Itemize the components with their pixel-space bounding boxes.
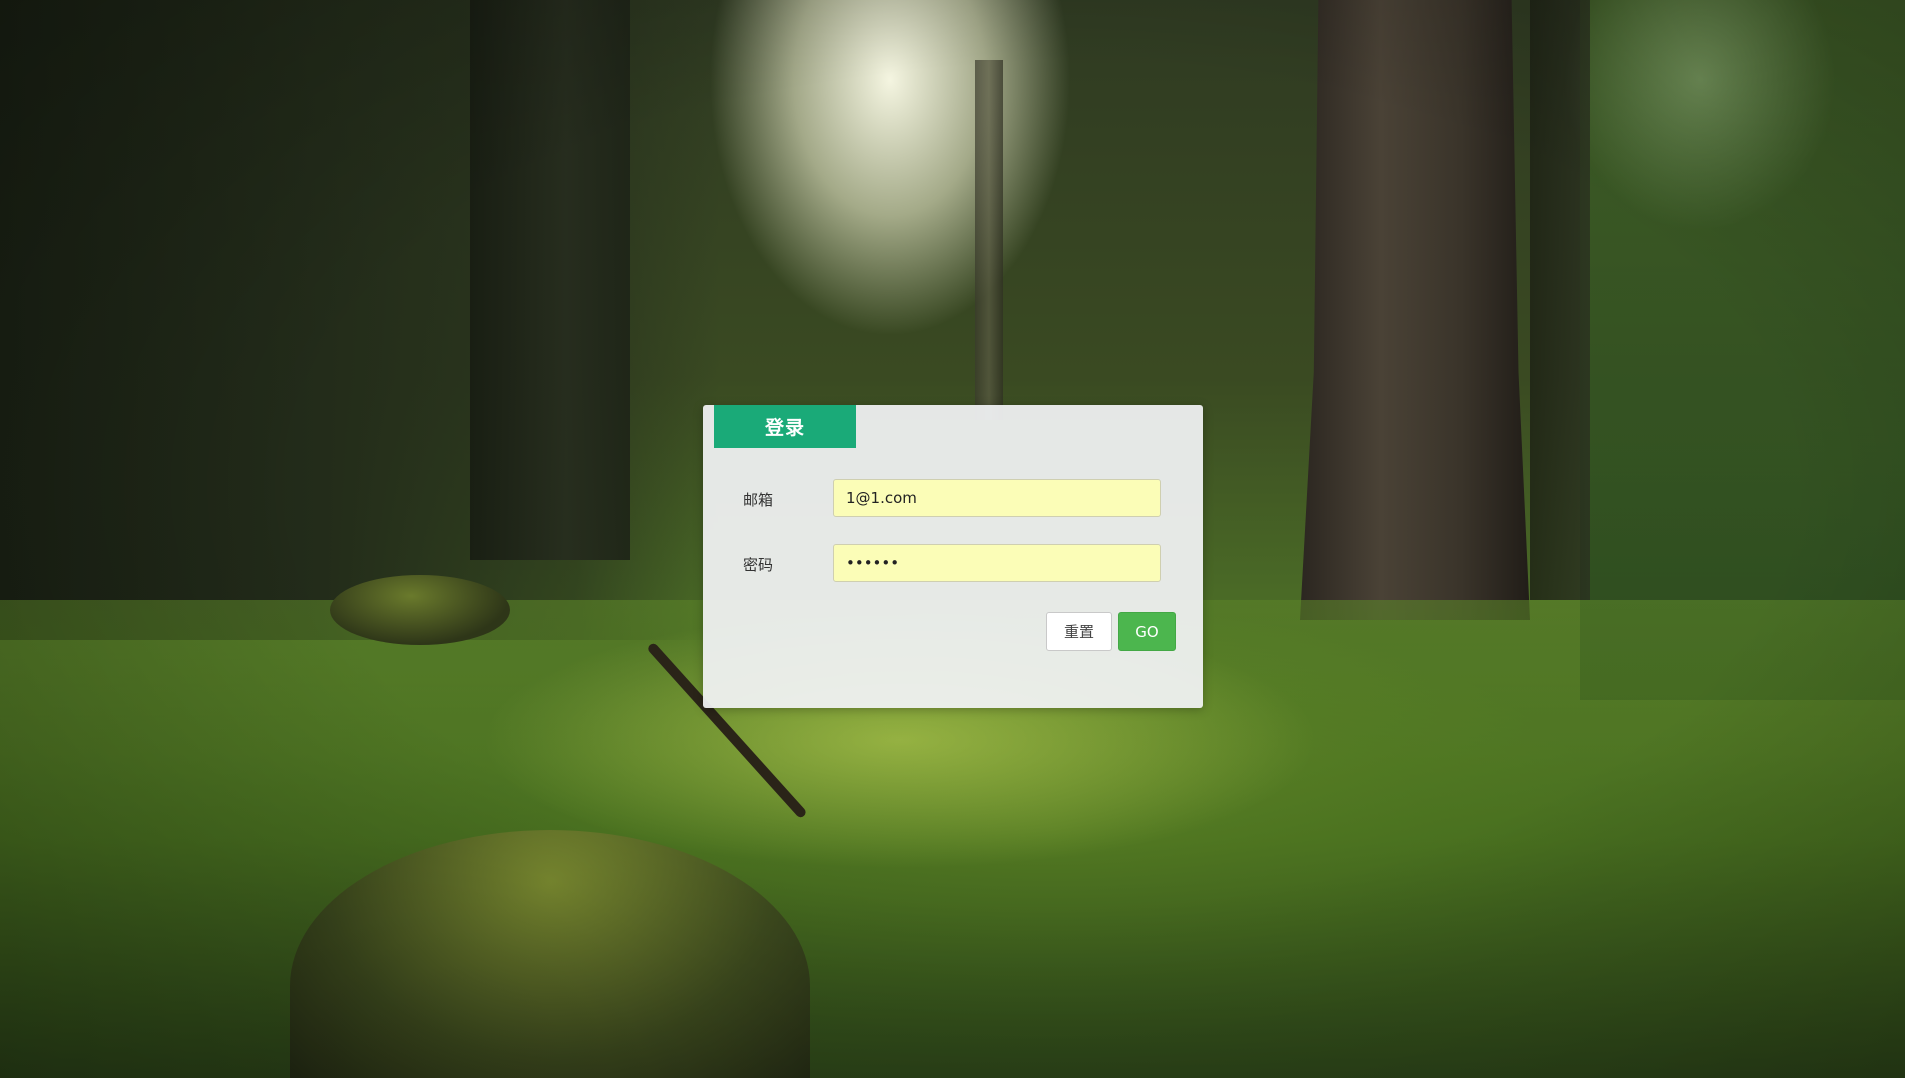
email-input[interactable]	[833, 479, 1161, 517]
email-label: 邮箱	[743, 491, 774, 509]
reset-button[interactable]: 重置	[1046, 612, 1112, 651]
password-input[interactable]	[833, 544, 1161, 582]
forest-background: 登录 邮箱 密码 重置 GO	[0, 0, 1905, 1078]
password-label: 密码	[743, 556, 774, 574]
login-tab[interactable]: 登录	[714, 405, 856, 448]
password-row: 密码	[703, 544, 1203, 584]
login-panel: 登录 邮箱 密码 重置 GO	[703, 405, 1203, 708]
email-row: 邮箱	[703, 479, 1203, 519]
go-button[interactable]: GO	[1118, 612, 1176, 651]
form-actions: 重置 GO	[1046, 612, 1176, 651]
